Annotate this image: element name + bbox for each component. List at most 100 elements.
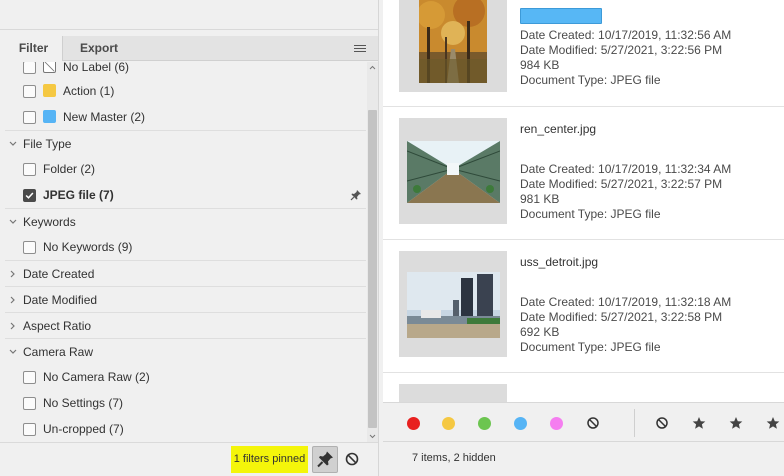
filter-item-label: No Settings (7): [43, 396, 124, 410]
filter-item-label: Action (1): [63, 84, 115, 98]
chevron-right-icon: [10, 322, 15, 330]
thumbnail-frame: [399, 251, 507, 357]
scroll-down-icon[interactable]: [367, 430, 378, 442]
checkbox[interactable]: [23, 423, 36, 436]
pin-icon: [317, 451, 333, 468]
file-card[interactable]: ren_center.jpg Date Created: 10/17/2019,…: [383, 107, 784, 240]
checkbox[interactable]: [23, 85, 36, 98]
section-file-type[interactable]: File Type: [5, 130, 366, 156]
section-title: Aspect Ratio: [23, 319, 92, 333]
section-title: Date Created: [23, 267, 95, 281]
document-type: Document Type: JPEG file: [520, 73, 661, 87]
filter-item-label: No Label (6): [63, 62, 130, 74]
date-modified: Date Modified: 5/27/2021, 3:22:56 PM: [520, 43, 723, 57]
section-date-created[interactable]: Date Created: [5, 260, 366, 286]
filter-item-label: JPEG file (7): [43, 188, 114, 202]
green-label-button[interactable]: [478, 417, 491, 430]
filter-item-label: New Master (2): [63, 110, 146, 124]
filter-item-jpeg[interactable]: JPEG file (7): [5, 182, 366, 208]
thumbnail-frame: [399, 118, 507, 224]
clear-filters-icon[interactable]: [343, 450, 361, 468]
date-modified: Date Modified: 5/27/2021, 3:22:58 PM: [520, 310, 723, 324]
file-size: 692 KB: [520, 325, 560, 339]
section-title: Date Modified: [23, 293, 98, 307]
filter-item-no-keywords[interactable]: No Keywords (9): [5, 234, 366, 260]
filter-item-action[interactable]: Action (1): [5, 78, 366, 104]
scrollbar-thumb[interactable]: [368, 110, 377, 428]
date-created: Date Created: 10/17/2019, 11:32:34 AM: [520, 162, 732, 176]
status-bar: 7 items, 2 hidden: [383, 442, 784, 476]
status-text: 7 items, 2 hidden: [412, 452, 496, 464]
panel-top-strip: [0, 0, 378, 30]
section-title: File Type: [23, 137, 72, 151]
section-camera-raw[interactable]: Camera Raw: [5, 338, 366, 364]
filter-item-label: No Keywords (9): [43, 240, 133, 254]
file-size: 981 KB: [520, 192, 560, 206]
filter-item-label: Folder (2): [43, 162, 96, 176]
filter-list: No Label (6) Action (1) New Master (2) F…: [5, 62, 366, 442]
filter-item-new-master[interactable]: New Master (2): [5, 104, 366, 130]
purple-label-button[interactable]: [550, 417, 563, 430]
document-type: Document Type: JPEG file: [520, 340, 661, 354]
filter-item-un-cropped[interactable]: Un-cropped (7): [5, 416, 366, 442]
star-icon[interactable]: [729, 416, 743, 430]
filter-scrollbar[interactable]: [367, 62, 378, 442]
file-name[interactable]: uss_detroit.jpg: [520, 255, 598, 269]
no-rating-icon[interactable]: [655, 416, 669, 430]
label-color-bar: [520, 8, 602, 24]
file-card[interactable]: Date Created: 10/17/2019, 11:32:56 AM Da…: [383, 0, 784, 107]
section-keywords[interactable]: Keywords: [5, 208, 366, 234]
section-aspect-ratio[interactable]: Aspect Ratio: [5, 312, 366, 338]
filter-panel: Filter Export No Label (6) Action (1) Ne…: [0, 0, 379, 476]
chevron-down-icon: [9, 141, 17, 146]
date-created: Date Created: 10/17/2019, 11:32:56 AM: [520, 28, 732, 42]
filter-item-no-settings[interactable]: No Settings (7): [5, 390, 366, 416]
panel-tabs: Filter Export: [5, 36, 378, 61]
chevron-down-icon: [9, 349, 17, 354]
chevron-right-icon: [10, 296, 15, 304]
checkbox[interactable]: [23, 371, 36, 384]
ren-center-thumbnail[interactable]: [407, 141, 500, 203]
yellow-label-button[interactable]: [442, 417, 455, 430]
scroll-up-icon[interactable]: [367, 62, 378, 74]
file-size: 984 KB: [520, 58, 560, 72]
content-panel: Date Created: 10/17/2019, 11:32:56 AM Da…: [383, 0, 784, 476]
filter-item-label: No Camera Raw (2): [43, 370, 150, 384]
pin-icon[interactable]: [350, 189, 362, 201]
checkbox[interactable]: [23, 397, 36, 410]
uss-detroit-thumbnail[interactable]: [407, 272, 500, 338]
checkbox[interactable]: [23, 241, 36, 254]
yellow-label-swatch: [43, 84, 56, 97]
no-label-icon: [43, 62, 56, 73]
file-card[interactable]: [383, 373, 784, 402]
date-modified: Date Modified: 5/27/2021, 3:22:57 PM: [520, 177, 723, 191]
checkbox-checked[interactable]: [23, 189, 36, 202]
section-date-modified[interactable]: Date Modified: [5, 286, 366, 312]
file-name[interactable]: ren_center.jpg: [520, 122, 596, 136]
checkbox[interactable]: [23, 62, 36, 74]
tab-export[interactable]: Export: [64, 36, 134, 61]
filter-item-folder[interactable]: Folder (2): [5, 156, 366, 182]
filter-item-label: Un-cropped (7): [43, 422, 124, 436]
filter-item-no-camera-raw[interactable]: No Camera Raw (2): [5, 364, 366, 390]
section-title: Camera Raw: [23, 345, 94, 359]
star-icon[interactable]: [766, 416, 780, 430]
checkbox[interactable]: [23, 163, 36, 176]
chevron-right-icon: [10, 270, 15, 278]
file-card[interactable]: uss_detroit.jpg Date Created: 10/17/2019…: [383, 240, 784, 373]
autumn-forest-thumbnail[interactable]: [419, 0, 487, 83]
chevron-down-icon: [9, 219, 17, 224]
blue-label-button[interactable]: [514, 417, 527, 430]
pin-filters-button[interactable]: [312, 446, 338, 473]
no-label-icon[interactable]: [586, 416, 600, 430]
toolbar-divider: [634, 409, 635, 437]
section-title: Keywords: [23, 215, 76, 229]
tab-filter[interactable]: Filter: [5, 36, 63, 61]
panel-menu-icon[interactable]: [354, 45, 366, 53]
checkbox[interactable]: [23, 111, 36, 124]
star-icon[interactable]: [692, 416, 706, 430]
blue-label-swatch: [43, 110, 56, 123]
pinned-count-text: 1 filters pinned: [231, 446, 308, 473]
red-label-button[interactable]: [407, 417, 420, 430]
thumbnail-frame: [399, 0, 507, 92]
